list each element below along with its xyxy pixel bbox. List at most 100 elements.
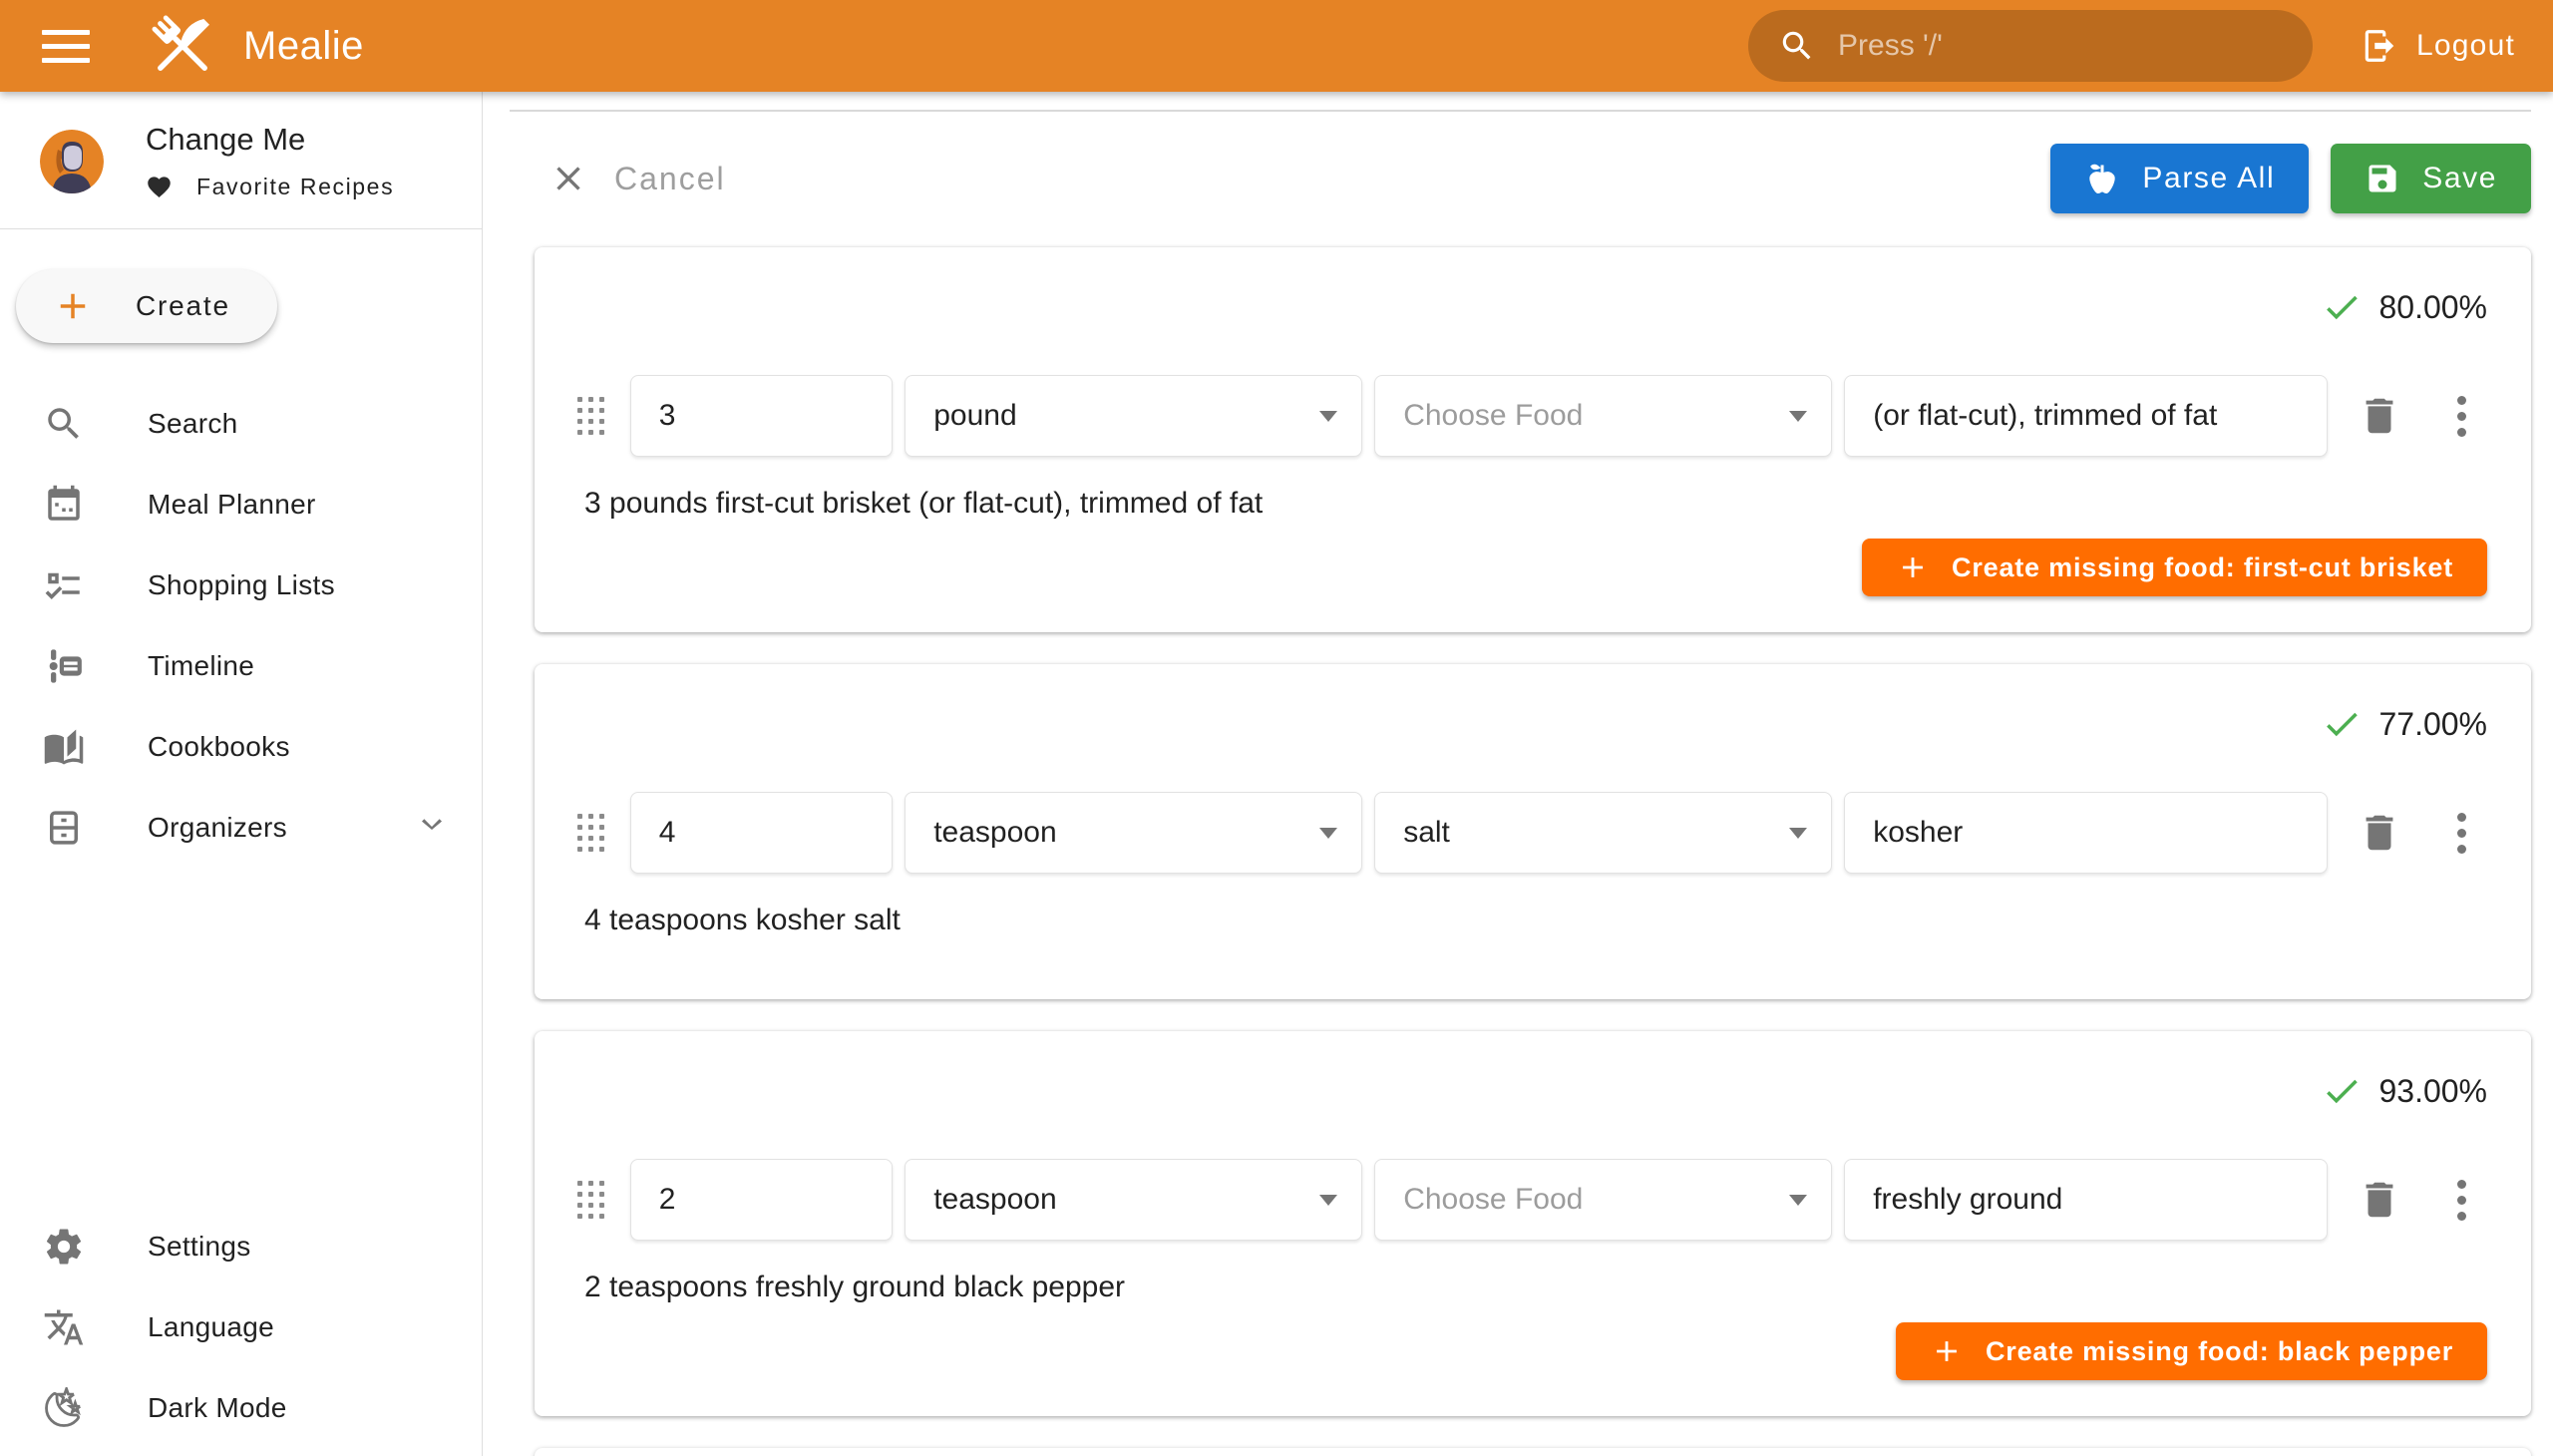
calendar-icon [43, 484, 85, 526]
sidebar-item-label: Timeline [148, 650, 254, 682]
search-input[interactable] [1838, 29, 2283, 63]
trash-icon [2357, 1177, 2402, 1223]
ingredient-card: 80.00% 3 pou [535, 247, 2531, 632]
plus-icon [1930, 1334, 1964, 1368]
user-profile[interactable]: Change Me Favorite Recipes [0, 92, 482, 228]
sidebar-item-label: Meal Planner [148, 489, 316, 521]
more-options-button[interactable] [2435, 1174, 2487, 1226]
logout-button[interactable]: Logout [2351, 13, 2525, 79]
app-title: Mealie [243, 24, 364, 69]
parse-all-button[interactable]: Parse All [2050, 144, 2309, 213]
drag-handle-icon[interactable] [574, 397, 608, 435]
dropdown-arrow-icon [1319, 1195, 1337, 1206]
close-icon [548, 159, 588, 198]
sidebar-item-settings[interactable]: Settings [0, 1206, 482, 1286]
note-input[interactable] [1873, 1183, 2303, 1217]
unit-input[interactable] [933, 816, 1305, 850]
unit-input[interactable] [933, 399, 1305, 433]
save-icon [2365, 161, 2400, 196]
ingredient-cards: 80.00% 3 pou [535, 247, 2531, 1456]
amount-input[interactable] [659, 1183, 868, 1217]
create-button-label: Create [136, 290, 230, 322]
sidebar-item-meal-planner[interactable]: Meal Planner [0, 464, 482, 545]
food-select[interactable] [1374, 792, 1832, 874]
more-options-button[interactable] [2435, 390, 2487, 442]
menu-icon[interactable] [38, 16, 98, 76]
delete-button[interactable] [2354, 390, 2405, 442]
sidebar-item-label: Organizers [148, 812, 287, 844]
food-input[interactable] [1403, 816, 1775, 850]
dropdown-arrow-icon [1319, 411, 1337, 422]
note-field[interactable] [1844, 1159, 2328, 1241]
parser-toolbar: Cancel Parse All Save [535, 144, 2531, 213]
create-missing-food-button[interactable]: Create missing food: first-cut brisket [1862, 539, 2487, 596]
save-label: Save [2422, 162, 2497, 195]
sidebar-divider [0, 228, 482, 229]
sidebar-item-cookbooks[interactable]: Cookbooks [0, 706, 482, 787]
sidebar-item-timeline[interactable]: Timeline [0, 625, 482, 706]
sidebar-item-search[interactable]: Search [0, 383, 482, 464]
unit-input[interactable] [933, 1183, 1305, 1217]
search-bar[interactable] [1748, 10, 2313, 82]
amount-input[interactable] [659, 399, 868, 433]
amount-field[interactable] [630, 792, 893, 874]
drag-handle-icon[interactable] [574, 814, 608, 852]
note-field[interactable] [1844, 375, 2328, 457]
food-select[interactable] [1374, 1159, 1832, 1241]
unit-select[interactable] [905, 792, 1362, 874]
user-name: Change Me [146, 122, 394, 158]
sidebar-item-label: Search [148, 408, 238, 440]
delete-button[interactable] [2354, 807, 2405, 859]
create-missing-food-label: Create missing food: first-cut brisket [1952, 552, 2453, 583]
avatar [40, 130, 104, 193]
drag-handle-icon[interactable] [574, 1181, 608, 1219]
dropdown-arrow-icon [1789, 1195, 1807, 1206]
cabinet-icon [43, 807, 85, 849]
check-icon [2321, 1070, 2363, 1112]
sidebar-item-language[interactable]: Language [0, 1286, 482, 1367]
food-select[interactable] [1374, 375, 1832, 457]
cancel-button[interactable]: Cancel [535, 149, 740, 208]
checklist-icon [43, 564, 85, 606]
more-options-button[interactable] [2435, 807, 2487, 859]
note-field[interactable] [1844, 792, 2328, 874]
save-button[interactable]: Save [2331, 144, 2531, 213]
note-input[interactable] [1873, 399, 2303, 433]
search-icon [43, 403, 85, 445]
cancel-label: Cancel [614, 161, 726, 197]
favorite-recipes-link[interactable]: Favorite Recipes [146, 174, 394, 200]
delete-button[interactable] [2354, 1174, 2405, 1226]
mealie-logo-icon [144, 7, 221, 85]
amount-field[interactable] [630, 1159, 893, 1241]
main-content: Cancel Parse All Save 80.00% [483, 92, 2553, 1456]
food-input[interactable] [1403, 1183, 1775, 1217]
parse-all-label: Parse All [2142, 162, 2275, 195]
create-missing-food-button[interactable]: Create missing food: black pepper [1896, 1322, 2487, 1380]
logout-icon [2361, 27, 2398, 65]
ingredient-card: 93.00% 2 tea [535, 1031, 2531, 1416]
heart-icon [146, 174, 173, 200]
sidebar: Change Me Favorite Recipes Create Search… [0, 92, 483, 1456]
amount-input[interactable] [659, 816, 868, 850]
dropdown-arrow-icon [1789, 828, 1807, 839]
next-ingredient-card-partial [535, 1448, 2531, 1456]
search-icon [1778, 27, 1816, 65]
sidebar-item-organizers[interactable]: Organizers [0, 787, 482, 868]
create-button[interactable]: Create [16, 269, 277, 343]
amount-field[interactable] [630, 375, 893, 457]
trash-icon [2357, 393, 2402, 439]
sidebar-item-shopping-lists[interactable]: Shopping Lists [0, 545, 482, 625]
check-icon [2321, 286, 2363, 328]
sidebar-item-label: Shopping Lists [148, 569, 335, 601]
unit-select[interactable] [905, 1159, 1362, 1241]
dropdown-arrow-icon [1789, 411, 1807, 422]
unit-select[interactable] [905, 375, 1362, 457]
sidebar-item-dark-mode[interactable]: Dark Mode [0, 1367, 482, 1448]
original-ingredient-text: 4 teaspoons kosher salt [584, 904, 2487, 937]
note-input[interactable] [1873, 816, 2303, 850]
ingredient-card: 77.00% 4 tea [535, 664, 2531, 999]
translate-icon [43, 1306, 85, 1348]
food-input[interactable] [1403, 399, 1775, 433]
apple-icon [2084, 161, 2120, 196]
original-ingredient-text: 3 pounds first-cut brisket (or flat-cut)… [584, 487, 2487, 521]
